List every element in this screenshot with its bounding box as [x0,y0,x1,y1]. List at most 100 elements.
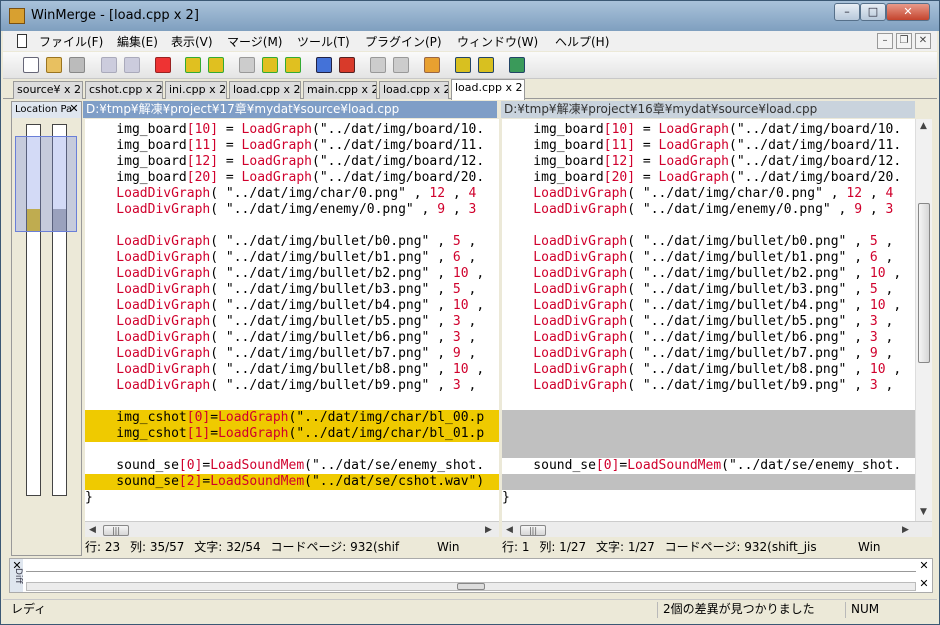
tab-ini[interactable]: ini.cpp x 2 [165,81,227,99]
gap-line[interactable] [502,426,915,442]
prev-diff-icon[interactable] [208,57,224,73]
refresh-icon[interactable] [509,57,525,73]
code-line[interactable]: sound_se[0]=LoadSoundMem("../dat/se/enem… [502,458,915,474]
code-line[interactable]: img_board[10] = LoadGraph("../dat/img/bo… [502,122,915,138]
code-line[interactable]: LoadDivGraph( "../dat/img/char/0.png" , … [502,186,915,202]
next-diff-icon[interactable] [185,57,201,73]
gap-line[interactable] [502,442,915,458]
code-line[interactable]: LoadDivGraph( "../dat/img/char/0.png" , … [85,186,499,202]
right-scroll-right-arrow[interactable]: ▶ [902,525,909,535]
right-horizontal-scrollbar[interactable]: ◀ ||| ▶ [502,521,932,537]
tab-load-1[interactable]: load.cpp x 2 [229,81,301,99]
menu-merge[interactable]: マージ(M) [227,33,282,50]
right-horizontal-thumb[interactable]: ||| [520,525,546,536]
left-editor[interactable]: img_board[10] = LoadGraph("../dat/img/bo… [85,119,499,521]
gap-line[interactable] [502,410,915,426]
code-line[interactable]: LoadDivGraph( "../dat/img/bullet/b0.png"… [85,234,499,250]
merge-left-icon[interactable] [478,57,494,73]
diff-pane[interactable]: Diff ✕ ✕ ✕ [9,558,933,593]
left-scroll-left-arrow[interactable]: ◀ [89,525,96,535]
scroll-down-arrow[interactable]: ▼ [920,507,927,517]
redo-icon[interactable] [124,57,140,73]
code-line[interactable] [85,218,499,234]
merge-right-icon[interactable] [455,57,471,73]
minimize-button[interactable]: – [834,3,860,21]
code-line[interactable]: LoadDivGraph( "../dat/img/bullet/b5.png"… [502,314,915,330]
code-line[interactable] [502,218,915,234]
code-line[interactable]: img_board[12] = LoadGraph("../dat/img/bo… [502,154,915,170]
first-diff-icon[interactable] [239,57,255,73]
tab-main[interactable]: main.cpp x 2 [303,81,377,99]
vertical-scrollbar[interactable]: ▲ ▼ [915,119,932,521]
menu-window[interactable]: ウィンドウ(W) [457,33,538,50]
copy-left-advance-icon[interactable] [393,57,409,73]
diff-line[interactable]: img_cshot[1]=LoadGraph("../dat/img/char/… [85,426,499,442]
copy-right-icon[interactable] [316,57,332,73]
diff-pane-scroll-thumb[interactable] [457,583,485,590]
code-line[interactable]: LoadDivGraph( "../dat/img/bullet/b9.png"… [85,378,499,394]
diff-line[interactable]: img_cshot[0]=LoadGraph("../dat/img/char/… [85,410,499,426]
diff-pane-close-icon[interactable]: ✕ [11,560,23,572]
copy-left-icon[interactable] [339,57,355,73]
location-pane[interactable]: Location Pa ✕ [11,101,82,556]
code-line[interactable]: } [85,490,499,506]
code-line[interactable]: LoadDivGraph( "../dat/img/bullet/b4.png"… [85,298,499,314]
save-icon[interactable] [69,57,85,73]
menu-help[interactable]: ヘルプ(H) [555,33,609,50]
code-line[interactable]: LoadDivGraph( "../dat/img/bullet/b9.png"… [502,378,915,394]
scroll-up-arrow[interactable]: ▲ [920,121,927,131]
undo-icon[interactable] [101,57,117,73]
code-line[interactable]: LoadDivGraph( "../dat/img/bullet/b3.png"… [502,282,915,298]
code-line[interactable]: LoadDivGraph( "../dat/img/bullet/b0.png"… [502,234,915,250]
diff-pane-scrollbar[interactable] [26,582,916,591]
menu-tools[interactable]: ツール(T) [297,33,350,50]
code-line[interactable]: LoadDivGraph( "../dat/img/bullet/b4.png"… [502,298,915,314]
code-line[interactable]: LoadDivGraph( "../dat/img/bullet/b7.png"… [85,346,499,362]
code-line[interactable]: img_board[20] = LoadGraph("../dat/img/bo… [85,170,499,186]
code-line[interactable]: LoadDivGraph( "../dat/img/enemy/0.png" ,… [502,202,915,218]
code-line[interactable]: LoadDivGraph( "../dat/img/bullet/b1.png"… [502,250,915,266]
code-line[interactable]: LoadDivGraph( "../dat/img/bullet/b5.png"… [85,314,499,330]
diff-pane-inner-close-icon[interactable]: ✕ [918,560,930,572]
code-line[interactable]: LoadDivGraph( "../dat/img/enemy/0.png" ,… [85,202,499,218]
new-file-icon[interactable] [23,57,39,73]
current-diff-icon[interactable] [262,57,278,73]
code-line[interactable]: img_board[12] = LoadGraph("../dat/img/bo… [85,154,499,170]
mdi-minimize-button[interactable]: – [877,33,893,49]
code-line[interactable]: img_board[11] = LoadGraph("../dat/img/bo… [85,138,499,154]
code-line[interactable]: LoadDivGraph( "../dat/img/bullet/b2.png"… [85,266,499,282]
code-line[interactable] [85,394,499,410]
menu-edit[interactable]: 編集(E) [117,33,158,50]
left-horizontal-thumb[interactable]: ||| [103,525,129,536]
code-line[interactable] [85,442,499,458]
code-line[interactable]: LoadDivGraph( "../dat/img/bullet/b2.png"… [502,266,915,282]
document-icon[interactable] [17,34,27,48]
code-line[interactable]: LoadDivGraph( "../dat/img/bullet/b8.png"… [85,362,499,378]
left-horizontal-scrollbar[interactable]: ◀ ||| ▶ [85,521,499,537]
code-line[interactable]: sound_se[0]=LoadSoundMem("../dat/se/enem… [85,458,499,474]
edit-icon[interactable] [424,57,440,73]
gap-line[interactable] [502,474,915,490]
tab-load-active[interactable]: load.cpp x 2 [451,79,525,100]
mdi-close-button[interactable]: ✕ [915,33,931,49]
tab-load-2[interactable]: load.cpp x 2 [379,81,449,99]
mdi-restore-button[interactable]: ❐ [896,33,912,49]
copy-right-advance-icon[interactable] [370,57,386,73]
menu-view[interactable]: 表示(V) [171,33,213,50]
code-line[interactable]: LoadDivGraph( "../dat/img/bullet/b8.png"… [502,362,915,378]
title-bar[interactable]: WinMerge - [load.cpp x 2] – □ ✕ [1,1,939,31]
maximize-button[interactable]: □ [860,3,886,21]
last-diff-icon[interactable] [285,57,301,73]
diff-line[interactable]: sound_se[2]=LoadSoundMem("../dat/se/csho… [85,474,499,490]
code-line[interactable]: img_board[10] = LoadGraph("../dat/img/bo… [85,122,499,138]
right-editor[interactable]: img_board[10] = LoadGraph("../dat/img/bo… [502,119,915,521]
tab-cshot[interactable]: cshot.cpp x 2 [85,81,163,99]
right-scroll-left-arrow[interactable]: ◀ [506,525,513,535]
location-viewport-indicator[interactable] [15,136,77,232]
code-line[interactable]: img_board[20] = LoadGraph("../dat/img/bo… [502,170,915,186]
diff-pane-inner-close-icon-2[interactable]: ✕ [918,578,930,590]
vertical-scroll-thumb[interactable] [918,203,930,363]
code-line[interactable]: } [502,490,915,506]
code-line[interactable]: LoadDivGraph( "../dat/img/bullet/b3.png"… [85,282,499,298]
menu-file[interactable]: ファイル(F) [39,33,103,50]
